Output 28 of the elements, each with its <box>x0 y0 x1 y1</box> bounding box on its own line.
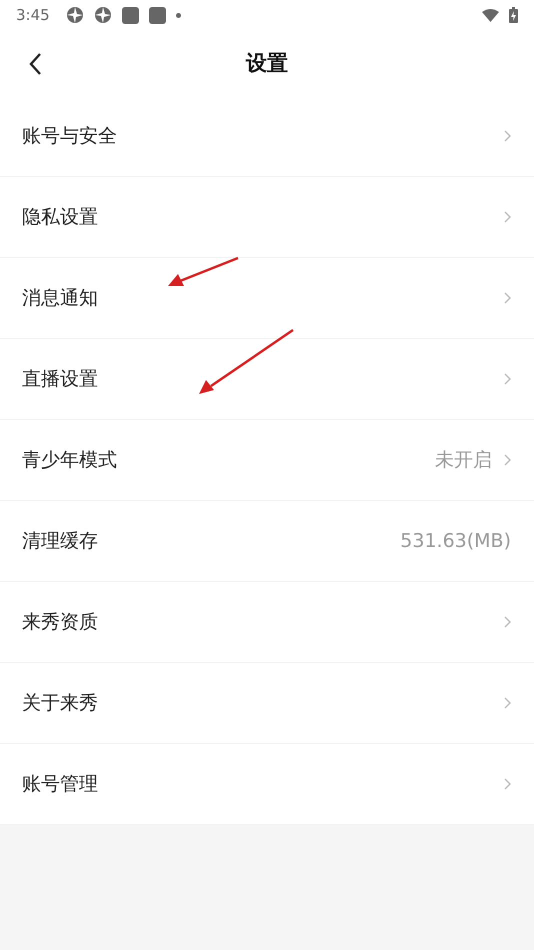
settings-row[interactable]: 关于来秀 <box>0 663 534 744</box>
settings-row[interactable]: 账号与安全 <box>0 96 534 177</box>
settings-row[interactable]: 来秀资质 <box>0 582 534 663</box>
row-label: 消息通知 <box>22 286 99 311</box>
row-label: 隐私设置 <box>22 205 99 230</box>
row-label: 直播设置 <box>22 367 99 392</box>
row-value: 531.63(MB) <box>400 530 511 552</box>
row-value: 未开启 <box>435 448 492 473</box>
app-icon <box>94 6 112 24</box>
row-label: 关于来秀 <box>22 691 99 716</box>
clock: 3:45 <box>16 6 50 24</box>
notification-icon <box>148 6 166 24</box>
dot-icon <box>176 12 181 18</box>
row-label: 账号管理 <box>22 772 99 797</box>
notification-icon <box>122 6 139 24</box>
settings-row[interactable]: 青少年模式 未开启 <box>0 420 534 501</box>
settings-row[interactable]: 清理缓存 531.63(MB) <box>0 501 534 582</box>
row-label: 清理缓存 <box>22 529 99 554</box>
battery-icon <box>509 7 518 23</box>
page-title: 设置 <box>246 50 288 77</box>
settings-row[interactable]: 隐私设置 <box>0 177 534 258</box>
settings-row[interactable]: 账号管理 <box>0 744 534 825</box>
app-icon <box>66 6 84 24</box>
back-icon[interactable] <box>28 52 42 76</box>
row-label: 账号与安全 <box>22 124 118 149</box>
row-label: 来秀资质 <box>22 610 99 635</box>
wifi-icon <box>482 8 499 22</box>
row-label: 青少年模式 <box>22 448 118 473</box>
